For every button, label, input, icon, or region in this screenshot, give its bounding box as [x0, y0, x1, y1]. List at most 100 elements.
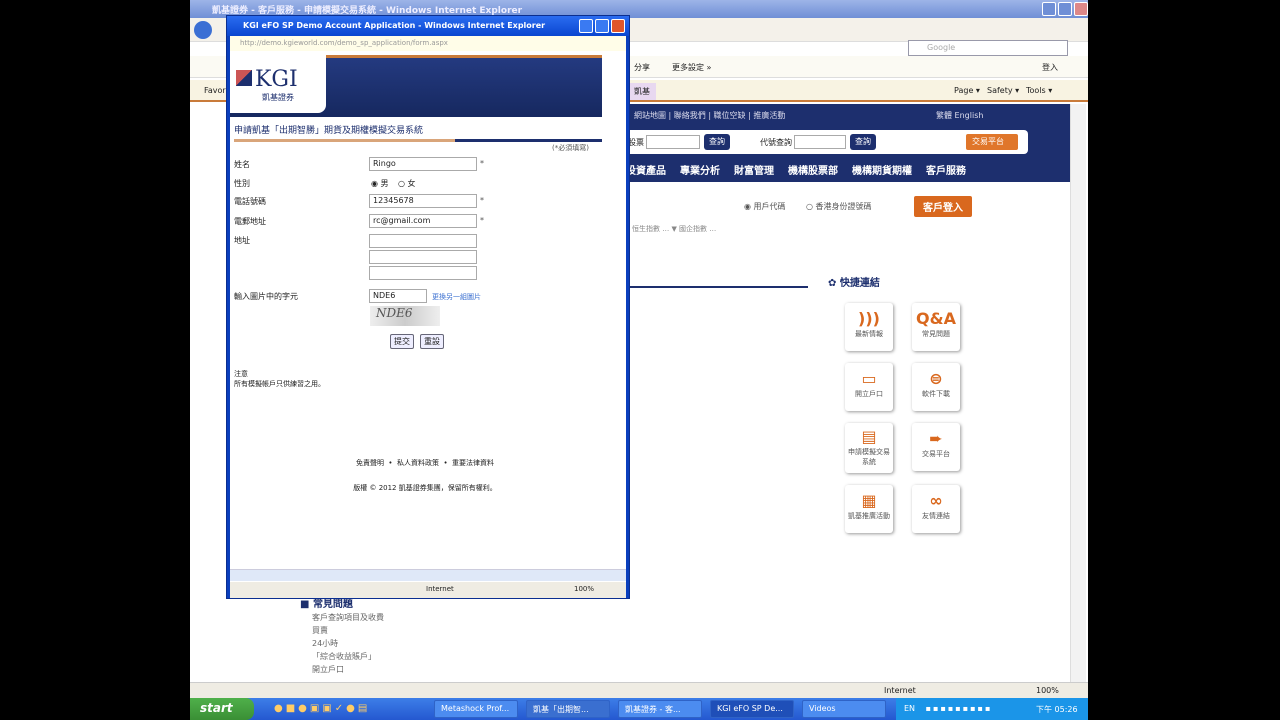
tray-icons[interactable]: ▪▪▪▪▪▪▪▪▪ — [926, 704, 993, 713]
faq-title: ■ 常見問題 — [300, 599, 353, 610]
kgi-logo-icon — [236, 70, 252, 86]
taskbar-item[interactable]: KGI eFO SP De... — [710, 700, 794, 718]
nav-item[interactable]: 投資產品 — [626, 166, 666, 177]
quick-launch-icons[interactable]: ●■●▣▣✓●▤ — [274, 703, 370, 714]
nav-item[interactable]: 專業分析 — [680, 166, 720, 177]
quick-link-label: 軟件下載 — [922, 390, 950, 398]
search-input[interactable]: Google — [908, 40, 1068, 56]
legal-link[interactable]: 重要法律資料 — [452, 459, 494, 467]
quick-link-label: 開立戶口 — [855, 390, 883, 398]
note-title: 注意 — [234, 370, 248, 378]
nav-item[interactable]: 客戶服務 — [926, 166, 966, 177]
popup-status-bar: Internet 100% — [230, 582, 626, 598]
faq-item[interactable]: 24小時 — [312, 637, 384, 650]
more-settings-button[interactable]: 更多設定 » — [672, 62, 711, 73]
address-input-line3[interactable] — [369, 266, 477, 280]
faq-item[interactable]: 客戶查詢項目及收費 — [312, 611, 384, 624]
tools-menu[interactable]: Tools ▾ — [1026, 86, 1052, 95]
nav-item[interactable]: 財富管理 — [734, 166, 774, 177]
maximize-button[interactable] — [595, 19, 609, 33]
radio-label: 男 — [380, 179, 389, 188]
popup-title: KGI eFO SP Demo Account Application - Wi… — [227, 16, 629, 36]
quick-link[interactable]: ▤ 申請模擬交易系統 — [845, 423, 893, 473]
zone-indicator: Internet — [884, 686, 916, 695]
submit-button[interactable]: 提交 — [390, 334, 414, 349]
search-button[interactable]: 查詢 — [704, 134, 730, 150]
stock-search-label: 股票 — [628, 138, 644, 147]
back-icon[interactable] — [194, 21, 212, 39]
taskbar-item[interactable]: 凱基「出期智... — [526, 700, 610, 718]
rss-icon: ))) — [858, 309, 880, 328]
status-bar: Internet 100% — [190, 682, 1088, 698]
quick-link[interactable]: Q&A 常見問題 — [912, 303, 960, 351]
divider — [630, 286, 808, 288]
close-button[interactable] — [611, 19, 625, 33]
safety-menu[interactable]: Safety ▾ — [987, 86, 1019, 95]
address-input-line1[interactable] — [369, 234, 477, 248]
stock-search-input[interactable] — [646, 135, 700, 149]
client-login-button[interactable]: 客戶登入 — [914, 196, 972, 217]
gender-label: 性別 — [234, 179, 250, 188]
quick-link[interactable]: ▭ 開立戶口 — [845, 363, 893, 411]
signin-button[interactable]: 登入 — [1042, 62, 1058, 73]
quick-link[interactable]: ∞ 友情連結 — [912, 485, 960, 533]
page-menu[interactable]: Page ▾ — [954, 86, 980, 95]
quick-link[interactable]: ▦ 凱基推廣活動 — [845, 485, 893, 533]
quick-links-title: ✿ 快捷連結 — [828, 278, 880, 289]
radio-hkid[interactable]: ○ 香港身份證號碼 — [806, 201, 872, 212]
faq-item[interactable]: 「綜合收益賬戶」 — [312, 650, 384, 663]
reset-button[interactable]: 重設 — [420, 334, 444, 349]
radio-male[interactable]: ◉ 男 — [371, 178, 389, 189]
taskbar: start ●■●▣▣✓●▤ Metashock Prof... 凱基「出期智.… — [190, 698, 1088, 720]
taskbar-item[interactable]: Videos — [802, 700, 886, 718]
language-indicator[interactable]: EN — [904, 704, 915, 713]
qa-icon: Q&A — [916, 309, 956, 328]
vertical-scrollbar[interactable] — [1070, 104, 1086, 682]
quick-link[interactable]: ⊜ 軟件下載 — [912, 363, 960, 411]
nav-item[interactable]: 機構期貨期權 — [852, 166, 912, 177]
disclaimer-link[interactable]: 免責聲明 — [356, 459, 384, 467]
language-switch[interactable]: 繁體 English — [936, 110, 983, 121]
header-links[interactable]: 網站地圖 | 聯絡我們 | 職位空缺 | 推廣活動 — [634, 110, 785, 121]
demo-icon: ▤ — [861, 427, 877, 446]
popup-address-bar[interactable]: http://demo.kgieworld.com/demo_sp_applic… — [230, 36, 626, 51]
phone-label: 電話號碼 — [234, 197, 266, 206]
zoom-level[interactable]: 100% — [574, 585, 594, 593]
code-search-input[interactable] — [794, 135, 846, 149]
phone-input[interactable]: 12345678 — [369, 194, 477, 208]
quick-link[interactable]: ))) 最新情報 — [845, 303, 893, 351]
radio-female[interactable]: ○ 女 — [398, 178, 416, 189]
start-button[interactable]: start — [190, 698, 254, 720]
radio-user-code[interactable]: ◉ 用戶代碼 — [744, 201, 786, 212]
maximize-button[interactable] — [1058, 2, 1072, 16]
quick-link-label: 交易平台 — [922, 450, 950, 458]
faq-item[interactable]: 買賣 — [312, 624, 384, 637]
minimize-button[interactable] — [579, 19, 593, 33]
address-label: 地址 — [234, 236, 250, 245]
captcha-refresh-link[interactable]: 更換另一組圖片 — [432, 292, 481, 302]
share-button[interactable]: 分享 — [634, 62, 650, 73]
privacy-link[interactable]: 私人資料政策 — [397, 459, 439, 467]
nav-item[interactable]: 機構股票部 — [788, 166, 838, 177]
email-input[interactable]: rc@gmail.com — [369, 214, 477, 228]
taskbar-item[interactable]: Metashock Prof... — [434, 700, 518, 718]
quick-link-label: 常見問題 — [922, 330, 950, 338]
name-input[interactable]: Ringo — [369, 157, 477, 171]
tab-kgi[interactable]: 凱基 — [628, 83, 656, 100]
minimize-button[interactable] — [1042, 2, 1056, 16]
main-nav: 投資產品 專業分析 財富管理 機構股票部 機構期貨期權 客戶服務 — [626, 162, 980, 177]
copyright: 版權 © 2012 凱基證券集團，保留所有權利。 — [353, 484, 497, 492]
note-text: 所有模擬帳戶只供練習之用。 — [234, 380, 325, 388]
faq-item[interactable]: 開立戶口 — [312, 663, 384, 676]
address-input-line2[interactable] — [369, 250, 477, 264]
system-tray: EN ▪▪▪▪▪▪▪▪▪ 下午 05:26 — [896, 698, 1088, 720]
close-button[interactable] — [1074, 2, 1088, 16]
trade-platform-button[interactable]: 交易平台 — [966, 134, 1018, 150]
captcha-input[interactable]: NDE6 — [369, 289, 427, 303]
quick-link[interactable]: ➨ 交易平台 — [912, 423, 960, 471]
search-button-2[interactable]: 查詢 — [850, 134, 876, 150]
horizontal-scrollbar[interactable] — [230, 569, 626, 581]
taskbar-item[interactable]: 凱基證券 - 客... — [618, 700, 702, 718]
logo-subtitle: 凱基證券 — [262, 93, 294, 102]
zoom-level[interactable]: 100% — [1036, 686, 1059, 695]
